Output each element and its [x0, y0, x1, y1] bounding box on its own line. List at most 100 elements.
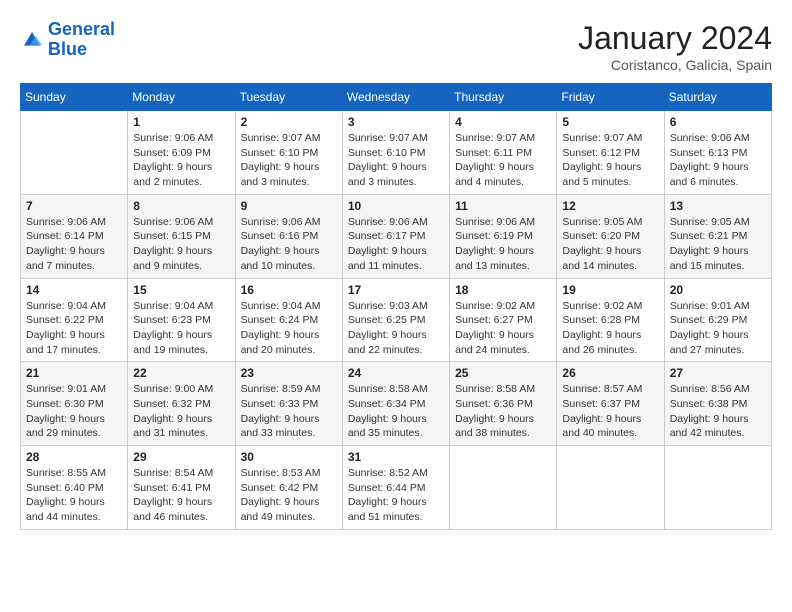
- day-info: Sunrise: 9:05 AMSunset: 6:20 PMDaylight:…: [562, 215, 658, 274]
- calendar-cell: 25 Sunrise: 8:58 AMSunset: 6:36 PMDayligh…: [450, 362, 557, 446]
- day-number: 11: [455, 199, 551, 213]
- day-number: 25: [455, 366, 551, 380]
- day-number: 22: [133, 366, 229, 380]
- day-info: Sunrise: 9:04 AMSunset: 6:22 PMDaylight:…: [26, 299, 122, 358]
- logo: General Blue: [20, 20, 115, 60]
- day-info: Sunrise: 9:02 AMSunset: 6:27 PMDaylight:…: [455, 299, 551, 358]
- calendar-week-row: 21Sunrise: 9:01 AMSunset: 6:30 PMDayligh…: [21, 362, 772, 446]
- day-number: 23: [241, 366, 337, 380]
- calendar-cell: 20Sunrise: 9:01 AMSunset: 6:29 PMDayligh…: [664, 278, 771, 362]
- calendar-table: SundayMondayTuesdayWednesdayThursdayFrid…: [20, 83, 772, 530]
- logo-line2: Blue: [48, 39, 87, 59]
- day-number: 12: [562, 199, 658, 213]
- day-number: 18: [455, 283, 551, 297]
- day-info: Sunrise: 9:05 AMSunset: 6:21 PMDaylight:…: [670, 215, 766, 274]
- page-header: General Blue January 2024 Coristanco, Ga…: [20, 20, 772, 73]
- weekday-header: Wednesday: [342, 84, 449, 111]
- day-number: 15: [133, 283, 229, 297]
- day-info: Sunrise: 8:59 AMSunset: 6:33 PMDaylight:…: [241, 382, 337, 441]
- day-info: Sunrise: 9:06 AMSunset: 6:09 PMDaylight:…: [133, 131, 229, 190]
- calendar-cell: 11 Sunrise: 9:06 AMSunset: 6:19 PMDayligh…: [450, 194, 557, 278]
- calendar-cell: 21Sunrise: 9:01 AMSunset: 6:30 PMDayligh…: [21, 362, 128, 446]
- day-info: Sunrise: 9:07 AMSunset: 6:10 PMDaylight:…: [241, 131, 337, 190]
- calendar-cell: 14 Sunrise: 9:04 AMSunset: 6:22 PMDayligh…: [21, 278, 128, 362]
- calendar-cell: 23 Sunrise: 8:59 AMSunset: 6:33 PMDayligh…: [235, 362, 342, 446]
- day-info: Sunrise: 8:58 AMSunset: 6:34 PMDaylight:…: [348, 382, 444, 441]
- title-block: January 2024 Coristanco, Galicia, Spain: [578, 20, 772, 73]
- day-info: Sunrise: 9:03 AMSunset: 6:25 PMDaylight:…: [348, 299, 444, 358]
- calendar-header-row: SundayMondayTuesdayWednesdayThursdayFrid…: [21, 84, 772, 111]
- day-info: Sunrise: 8:53 AMSunset: 6:42 PMDaylight:…: [241, 466, 337, 525]
- day-number: 30: [241, 450, 337, 464]
- day-number: 14: [26, 283, 122, 297]
- calendar-cell: 4Sunrise: 9:07 AMSunset: 6:11 PMDaylight…: [450, 111, 557, 195]
- day-info: Sunrise: 9:06 AMSunset: 6:17 PMDaylight:…: [348, 215, 444, 274]
- day-number: 27: [670, 366, 766, 380]
- day-info: Sunrise: 9:06 AMSunset: 6:15 PMDaylight:…: [133, 215, 229, 274]
- calendar-cell: 31 Sunrise: 8:52 AMSunset: 6:44 PMDayligh…: [342, 446, 449, 530]
- day-info: Sunrise: 9:06 AMSunset: 6:14 PMDaylight:…: [26, 215, 122, 274]
- day-info: Sunrise: 9:07 AMSunset: 6:11 PMDaylight:…: [455, 131, 551, 190]
- day-info: Sunrise: 8:57 AMSunset: 6:37 PMDaylight:…: [562, 382, 658, 441]
- weekday-header: Thursday: [450, 84, 557, 111]
- calendar-cell: 9 Sunrise: 9:06 AMSunset: 6:16 PMDaylight…: [235, 194, 342, 278]
- day-number: 5: [562, 115, 658, 129]
- day-number: 6: [670, 115, 766, 129]
- calendar-week-row: 14 Sunrise: 9:04 AMSunset: 6:22 PMDayligh…: [21, 278, 772, 362]
- logo-text: General Blue: [48, 20, 115, 60]
- day-number: 31: [348, 450, 444, 464]
- day-number: 10: [348, 199, 444, 213]
- day-number: 19: [562, 283, 658, 297]
- day-number: 2: [241, 115, 337, 129]
- calendar-cell: 12 Sunrise: 9:05 AMSunset: 6:20 PMDayligh…: [557, 194, 664, 278]
- month-title: January 2024: [578, 20, 772, 57]
- calendar-cell: 24 Sunrise: 8:58 AMSunset: 6:34 PMDayligh…: [342, 362, 449, 446]
- day-number: 26: [562, 366, 658, 380]
- calendar-week-row: 1Sunrise: 9:06 AMSunset: 6:09 PMDaylight…: [21, 111, 772, 195]
- calendar-week-row: 28 Sunrise: 8:55 AMSunset: 6:40 PMDayligh…: [21, 446, 772, 530]
- calendar-cell: 30 Sunrise: 8:53 AMSunset: 6:42 PMDayligh…: [235, 446, 342, 530]
- day-info: Sunrise: 8:55 AMSunset: 6:40 PMDaylight:…: [26, 466, 122, 525]
- calendar-cell: [664, 446, 771, 530]
- weekday-header: Friday: [557, 84, 664, 111]
- day-info: Sunrise: 9:00 AMSunset: 6:32 PMDaylight:…: [133, 382, 229, 441]
- day-number: 17: [348, 283, 444, 297]
- day-info: Sunrise: 9:02 AMSunset: 6:28 PMDaylight:…: [562, 299, 658, 358]
- calendar-cell: 28 Sunrise: 8:55 AMSunset: 6:40 PMDayligh…: [21, 446, 128, 530]
- day-number: 28: [26, 450, 122, 464]
- day-number: 24: [348, 366, 444, 380]
- calendar-week-row: 7 Sunrise: 9:06 AMSunset: 6:14 PMDaylight…: [21, 194, 772, 278]
- calendar-cell: 22 Sunrise: 9:00 AMSunset: 6:32 PMDayligh…: [128, 362, 235, 446]
- calendar-cell: [557, 446, 664, 530]
- calendar-cell: 6 Sunrise: 9:06 AMSunset: 6:13 PMDaylight…: [664, 111, 771, 195]
- calendar-cell: 13 Sunrise: 9:05 AMSunset: 6:21 PMDayligh…: [664, 194, 771, 278]
- calendar-cell: 7 Sunrise: 9:06 AMSunset: 6:14 PMDaylight…: [21, 194, 128, 278]
- day-info: Sunrise: 8:56 AMSunset: 6:38 PMDaylight:…: [670, 382, 766, 441]
- weekday-header: Sunday: [21, 84, 128, 111]
- calendar-cell: 19 Sunrise: 9:02 AMSunset: 6:28 PMDayligh…: [557, 278, 664, 362]
- calendar-cell: 27 Sunrise: 8:56 AMSunset: 6:38 PMDayligh…: [664, 362, 771, 446]
- calendar-cell: 5 Sunrise: 9:07 AMSunset: 6:12 PMDaylight…: [557, 111, 664, 195]
- calendar-cell: 18 Sunrise: 9:02 AMSunset: 6:27 PMDayligh…: [450, 278, 557, 362]
- day-number: 13: [670, 199, 766, 213]
- calendar-cell: 26 Sunrise: 8:57 AMSunset: 6:37 PMDayligh…: [557, 362, 664, 446]
- day-number: 7: [26, 199, 122, 213]
- day-number: 21: [26, 366, 122, 380]
- day-info: Sunrise: 9:07 AMSunset: 6:12 PMDaylight:…: [562, 131, 658, 190]
- day-number: 16: [241, 283, 337, 297]
- calendar-cell: 29Sunrise: 8:54 AMSunset: 6:41 PMDayligh…: [128, 446, 235, 530]
- calendar-cell: 17 Sunrise: 9:03 AMSunset: 6:25 PMDayligh…: [342, 278, 449, 362]
- logo-line1: General: [48, 19, 115, 39]
- weekday-header: Tuesday: [235, 84, 342, 111]
- day-info: Sunrise: 8:52 AMSunset: 6:44 PMDaylight:…: [348, 466, 444, 525]
- day-number: 8: [133, 199, 229, 213]
- day-info: Sunrise: 9:06 AMSunset: 6:13 PMDaylight:…: [670, 131, 766, 190]
- day-info: Sunrise: 9:04 AMSunset: 6:23 PMDaylight:…: [133, 299, 229, 358]
- day-info: Sunrise: 9:04 AMSunset: 6:24 PMDaylight:…: [241, 299, 337, 358]
- day-info: Sunrise: 9:01 AMSunset: 6:29 PMDaylight:…: [670, 299, 766, 358]
- day-info: Sunrise: 9:06 AMSunset: 6:19 PMDaylight:…: [455, 215, 551, 274]
- location: Coristanco, Galicia, Spain: [578, 57, 772, 73]
- day-info: Sunrise: 8:58 AMSunset: 6:36 PMDaylight:…: [455, 382, 551, 441]
- day-info: Sunrise: 9:06 AMSunset: 6:16 PMDaylight:…: [241, 215, 337, 274]
- day-number: 9: [241, 199, 337, 213]
